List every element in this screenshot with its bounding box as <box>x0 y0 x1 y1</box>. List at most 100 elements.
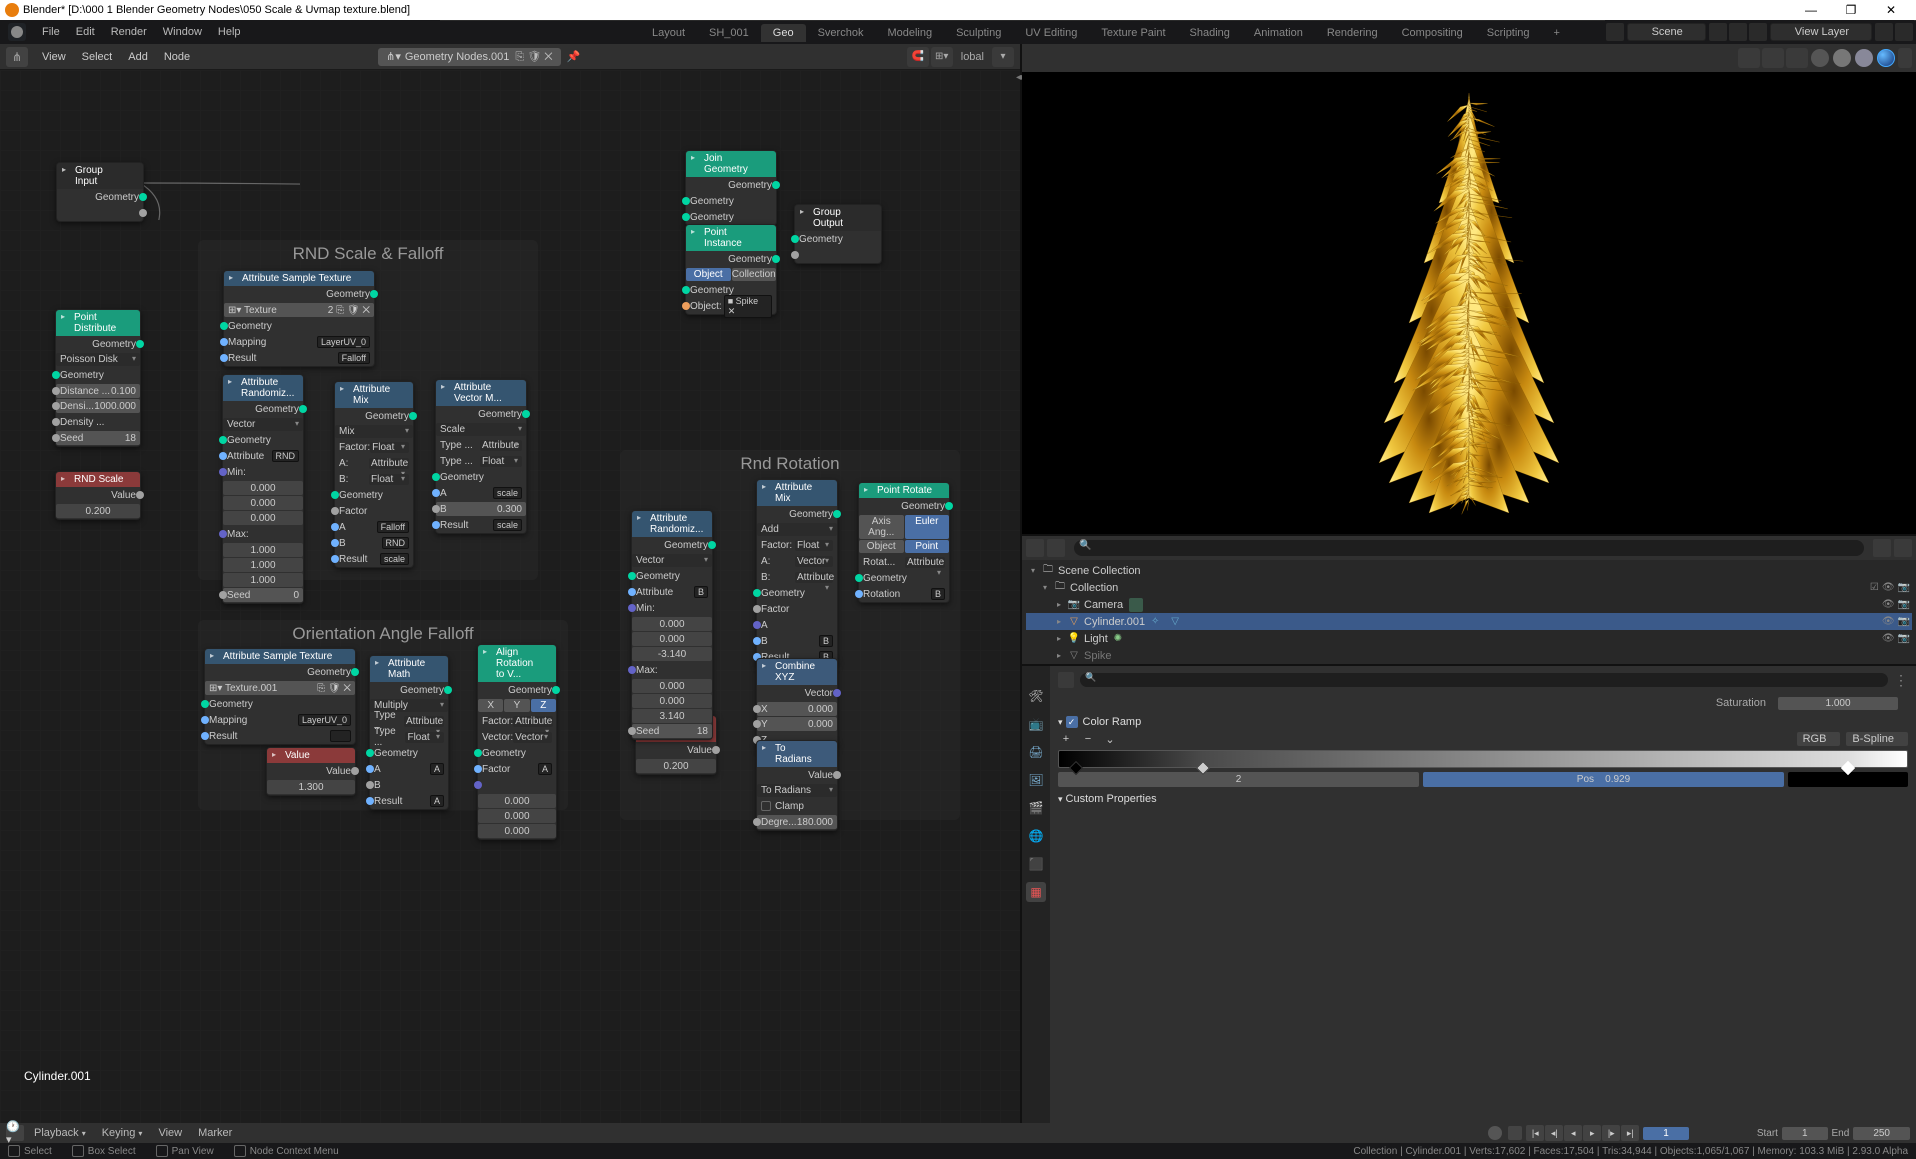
ramp-index[interactable]: 2 <box>1058 772 1419 787</box>
ar1-seed-v[interactable]: 0 <box>293 590 299 601</box>
outliner-search[interactable] <box>1074 540 1864 556</box>
ramp-interp[interactable]: B-Spline <box>1846 732 1908 746</box>
snap-type-icon[interactable]: ⊞▾ <box>931 47 953 67</box>
tl-playback[interactable]: Playback ▾ <box>28 1127 92 1139</box>
nh-select[interactable]: Select <box>74 51 121 63</box>
maximize-button[interactable]: ❐ <box>1831 3 1871 17</box>
nh-opt-icon[interactable]: ▾ <box>992 47 1014 67</box>
tab-texture-icon[interactable]: ▦ <box>1026 882 1046 902</box>
arot-fac-a[interactable]: A <box>538 763 552 775</box>
node-canvas[interactable]: RND Scale & Falloff Orientation Angle Fa… <box>0 70 1020 1123</box>
pd-dmin-v[interactable]: 0.100 <box>111 386 136 397</box>
ar1-type[interactable]: Vector <box>223 418 303 431</box>
val-v[interactable]: 1.300 <box>267 780 355 794</box>
outliner-tree[interactable]: ▾🗀Scene Collection ▾🗀Collection☑👁📷 ▸📷Cam… <box>1022 560 1916 666</box>
props-type-icon[interactable] <box>1058 672 1074 688</box>
node-group-output[interactable]: Group Output Geometry <box>794 204 882 264</box>
vp-gizmo-icon[interactable] <box>1738 48 1760 68</box>
tab-viewlayer-icon[interactable]: 🖼 <box>1026 770 1046 790</box>
cyl-mod-icon[interactable]: ✧ <box>1148 615 1162 629</box>
viewlayer-browse-icon[interactable] <box>1749 23 1767 41</box>
am2-av[interactable]: Vector <box>795 556 833 567</box>
as2-hdr[interactable]: Attribute Sample Texture <box>205 649 355 664</box>
play-reverse-icon[interactable]: ◂ <box>1564 1125 1582 1141</box>
am1-av[interactable]: Falloff <box>377 521 409 533</box>
arot-hdr[interactable]: Align Rotation to V... <box>478 645 556 682</box>
keyframe-prev-icon[interactable]: ◂| <box>1545 1125 1563 1141</box>
tab-render-icon[interactable]: 📺 <box>1026 714 1046 734</box>
sat-value[interactable]: 1.000 <box>1778 697 1898 710</box>
rs-hdr[interactable]: RND Scale <box>56 472 140 487</box>
pin-icon[interactable]: 📌 <box>567 50 581 63</box>
keyframe-next-icon[interactable]: |▸ <box>1602 1125 1620 1141</box>
node-attr-vector-math[interactable]: Attribute Vector M... Geometry Scale Typ… <box>435 379 527 534</box>
current-frame[interactable]: 1 <box>1643 1127 1689 1140</box>
ramp-pos[interactable]: Pos 0.929 <box>1423 772 1784 787</box>
as1-tex[interactable]: ⊞▾ Texture2 ⎘ 🛡 ✕ <box>224 303 374 317</box>
outliner-collection[interactable]: ▾🗀Collection☑👁📷 <box>1026 579 1912 596</box>
arot-fac-v[interactable]: Attribute <box>513 716 553 727</box>
protate-m4[interactable]: Point <box>905 540 950 553</box>
viewlayer-del-icon[interactable] <box>1895 23 1913 41</box>
cxyz-xv[interactable]: 0.000 <box>808 704 833 715</box>
amath-resv[interactable]: A <box>430 795 444 807</box>
amath-tav[interactable]: Attribute <box>404 716 444 727</box>
protate-hdr[interactable]: Point Rotate <box>859 483 949 498</box>
scene-browse-icon[interactable] <box>1606 23 1624 41</box>
cam-vis-icon[interactable]: 👁 <box>1882 599 1895 610</box>
timeline-type-icon[interactable]: 🕐▾ <box>6 1125 24 1141</box>
tl-marker[interactable]: Marker <box>192 1127 238 1139</box>
tab-world-icon[interactable]: 🌐 <box>1026 826 1046 846</box>
menu-render[interactable]: Render <box>103 26 155 38</box>
scene-del-icon[interactable] <box>1729 23 1747 41</box>
tr-hdr[interactable]: To Radians <box>757 741 837 767</box>
am1-mode[interactable]: Mix <box>335 425 413 438</box>
jump-start-icon[interactable]: |◂ <box>1526 1125 1544 1141</box>
arot-z[interactable]: Z <box>531 699 556 712</box>
tr-clamp-cb[interactable] <box>761 801 771 811</box>
am2-mode[interactable]: Add <box>757 523 837 536</box>
node-point-instance[interactable]: Point Instance Geometry ObjectCollection… <box>685 224 777 315</box>
av-mode[interactable]: Scale <box>436 423 526 436</box>
as1-hdr[interactable]: Attribute Sample Texture <box>224 271 374 286</box>
close-button[interactable]: ✕ <box>1871 3 1911 17</box>
node-combine-xyz[interactable]: Combine XYZ Vector X0.000 Y0.000 Z <box>756 658 838 749</box>
as2-tex[interactable]: ⊞▾ Texture.001⎘ 🛡 ✕ <box>205 681 355 695</box>
cam-render-icon[interactable]: 📷 <box>1898 599 1910 610</box>
am1-fact[interactable]: Float <box>370 442 409 453</box>
ar2-attr-v[interactable]: B <box>694 586 708 598</box>
shading-options-icon[interactable] <box>1898 48 1912 68</box>
autokey-mode-icon[interactable] <box>1508 1126 1522 1140</box>
node-point-rotate[interactable]: Point Rotate Geometry Axis Ang...Euler O… <box>858 482 950 603</box>
light-render-icon[interactable]: 📷 <box>1898 633 1910 644</box>
as2-map-v[interactable]: LayerUV_0 <box>298 714 351 726</box>
tab-scene-icon[interactable]: 🎬 <box>1026 798 1046 818</box>
viewlayer-add-icon[interactable] <box>1875 23 1893 41</box>
ws-sculpting[interactable]: Sculpting <box>944 24 1013 42</box>
shading-rendered-icon[interactable] <box>1877 49 1895 67</box>
ws-scripting[interactable]: Scripting <box>1475 24 1542 42</box>
node-align-rotation[interactable]: Align Rotation to V... Geometry XYZ Fact… <box>477 644 557 840</box>
pi-obj[interactable]: ■ Spike ✕ <box>724 295 772 318</box>
ws-rendering[interactable]: Rendering <box>1315 24 1390 42</box>
tl-view[interactable]: View <box>152 1127 188 1139</box>
camera-data-icon[interactable] <box>1129 598 1143 612</box>
outliner-type-icon[interactable] <box>1026 539 1044 557</box>
pd-dens-v[interactable]: 1000.000 <box>94 401 136 412</box>
outliner-filter-icon[interactable] <box>1873 539 1891 557</box>
protate-m2[interactable]: Euler <box>905 515 950 539</box>
ws-sh001[interactable]: SH_001 <box>697 24 761 42</box>
custom-props-header[interactable]: Custom Properties <box>1058 793 1908 805</box>
ar1-max0[interactable]: 1.000 <box>223 543 303 557</box>
ws-compositing[interactable]: Compositing <box>1390 24 1475 42</box>
arot-y[interactable]: Y <box>504 699 529 712</box>
node-group-input[interactable]: Group Input Geometry <box>56 162 144 222</box>
av-tav[interactable]: Attribute <box>480 440 522 451</box>
ar1-max2[interactable]: 1.000 <box>223 573 303 587</box>
ramp-remove-icon[interactable]: − <box>1080 733 1096 745</box>
menu-help[interactable]: Help <box>210 26 249 38</box>
blender-logo-icon[interactable] <box>8 23 26 41</box>
val-hdr[interactable]: Value <box>267 748 355 763</box>
ws-animation[interactable]: Animation <box>1242 24 1315 42</box>
node-value[interactable]: Value Value 1.300 <box>266 747 356 796</box>
